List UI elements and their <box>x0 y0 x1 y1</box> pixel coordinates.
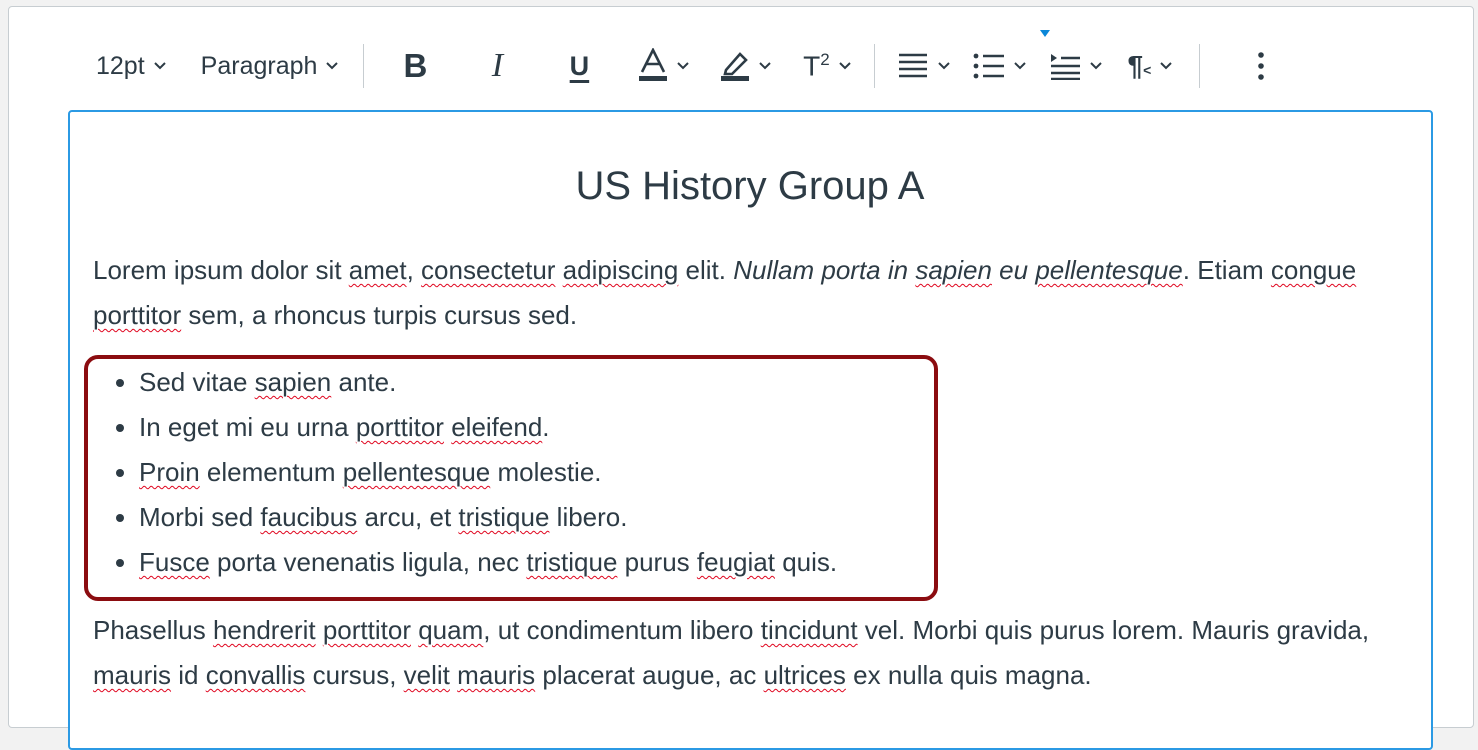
bullet-list-callout-box <box>84 355 938 601</box>
text-run: cursus, <box>305 660 404 690</box>
editor-toolbar: 12pt Paragraph B I U T2 ¶< <box>86 34 1294 98</box>
chevron-down-icon <box>1090 62 1103 70</box>
text-direction-button[interactable]: ¶< <box>1117 42 1183 90</box>
align-icon <box>899 53 928 78</box>
chevron-down-icon <box>677 62 690 70</box>
text-run: Nullam porta in <box>733 255 916 285</box>
indent-button[interactable] <box>1041 42 1111 90</box>
spellcheck-word: porttitor <box>322 615 411 645</box>
text-color-button[interactable] <box>630 42 698 90</box>
bullet-list-button[interactable] <box>965 42 1035 90</box>
text-run: placerat augue, ac <box>535 660 764 690</box>
chevron-down-icon <box>153 62 166 70</box>
spellcheck-word: amet <box>348 255 407 285</box>
block-format-dropdown[interactable]: Paragraph <box>191 42 350 90</box>
bold-icon: B <box>403 47 428 84</box>
text-run: sem, a rhoncus turpis cursus sed. <box>181 300 578 330</box>
bullet-list-icon <box>974 53 1005 79</box>
chevron-down-icon <box>838 62 851 70</box>
spellcheck-word: adipiscing <box>562 255 679 285</box>
text-run: , <box>406 255 422 285</box>
spellcheck-word: sapien <box>915 255 992 285</box>
italic-icon: I <box>491 47 504 84</box>
spellcheck-word: ultrices <box>763 660 846 690</box>
italic-button[interactable]: I <box>464 42 530 90</box>
text-run <box>555 255 562 285</box>
spellcheck-word: congue <box>1270 255 1357 285</box>
spellcheck-word: velit <box>403 660 450 690</box>
text-run: , ut condimentum libero <box>483 615 761 645</box>
spellcheck-word: hendrerit <box>212 615 316 645</box>
spellcheck-word: mauris <box>93 660 172 690</box>
superscript-button[interactable]: T2 <box>794 42 860 90</box>
bold-button[interactable]: B <box>382 42 448 90</box>
more-options-button[interactable] <box>1228 42 1294 90</box>
highlight-color-button[interactable] <box>712 42 780 90</box>
chevron-down-icon <box>759 62 772 70</box>
text-run: vel. Morbi quis purus lorem. Mauris grav… <box>857 615 1370 645</box>
block-format-value: Paragraph <box>200 51 318 80</box>
text-run: elit. <box>678 255 734 285</box>
second-paragraph: Phasellus hendrerit porttitor quam, ut c… <box>93 608 1413 698</box>
toolbar-separator <box>1199 44 1201 88</box>
toolbar-separator <box>874 44 876 88</box>
spellcheck-word: consectetur <box>421 255 556 285</box>
align-button[interactable] <box>889 42 959 90</box>
underline-button[interactable]: U <box>546 42 612 90</box>
text-run: eu <box>991 255 1036 285</box>
spellcheck-word: convallis <box>205 660 306 690</box>
spellcheck-word: mauris <box>457 660 536 690</box>
highlight-icon <box>721 52 750 81</box>
chevron-down-icon <box>938 62 951 70</box>
text-color-icon <box>639 48 668 81</box>
intro-paragraph: Lorem ipsum dolor sit amet, consectetur … <box>93 248 1413 338</box>
more-options-icon <box>1258 52 1265 80</box>
underline-icon: U <box>569 50 590 81</box>
spellcheck-word: tincidunt <box>760 615 858 645</box>
chevron-down-icon <box>1014 62 1027 70</box>
text-run: . Etiam <box>1182 255 1271 285</box>
font-size-dropdown[interactable]: 12pt <box>86 42 177 90</box>
text-direction-icon: ¶< <box>1127 50 1152 81</box>
spellcheck-word: quam <box>418 615 484 645</box>
text-run: ex nulla quis magna. <box>845 660 1092 690</box>
text-run: Lorem ipsum dolor sit <box>93 255 349 285</box>
toolbar-separator <box>363 44 365 88</box>
spellcheck-word: porttitor <box>93 300 182 330</box>
superscript-icon: T2 <box>803 49 830 82</box>
text-run <box>316 615 323 645</box>
indent-icon <box>1051 54 1081 80</box>
chevron-down-icon <box>1160 62 1173 70</box>
page-heading: US History Group A <box>575 164 925 208</box>
spellcheck-word: pellentesque <box>1035 255 1183 285</box>
text-run: id <box>171 660 206 690</box>
font-size-value: 12pt <box>96 51 145 80</box>
text-run: Phasellus <box>93 615 213 645</box>
chevron-down-icon <box>326 62 339 70</box>
